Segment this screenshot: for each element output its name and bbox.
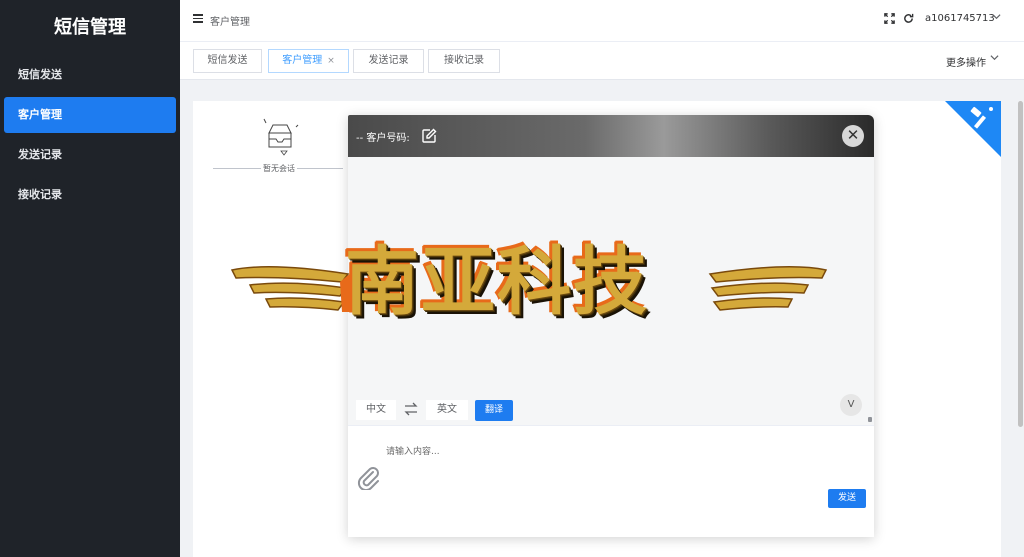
translate-button[interactable]: 翻译 <box>475 400 513 421</box>
menu-toggle-icon[interactable] <box>193 14 203 24</box>
fullscreen-icon[interactable] <box>884 13 895 27</box>
chevron-down-icon[interactable] <box>990 53 999 65</box>
company-logo-watermark: 南亚科技 <box>230 240 830 335</box>
empty-inbox-icon <box>263 118 299 156</box>
close-button[interactable]: ✕ <box>842 125 864 147</box>
tab-label: 接收记录 <box>444 55 484 66</box>
attachment-icon[interactable] <box>356 464 380 490</box>
tab-label: 短信发送 <box>207 55 248 66</box>
sidebar-item-receive-records[interactable]: 接收记录 <box>4 177 176 213</box>
tab-customers[interactable]: 客户管理 × <box>268 49 349 73</box>
tab-sms-send[interactable]: 短信发送 <box>193 49 262 73</box>
sidebar-item-send-records[interactable]: 发送记录 <box>4 137 176 173</box>
message-input[interactable] <box>386 444 786 484</box>
top-header: 客户管理 a1061745713 <box>180 0 1024 42</box>
empty-state-text: 暂无会话 <box>261 163 297 174</box>
tab-send-records[interactable]: 发送记录 <box>353 49 424 73</box>
corner-badge-icon[interactable] <box>945 101 1001 157</box>
message-composer: 发送 <box>348 425 874 537</box>
send-button[interactable]: 发送 <box>828 489 866 508</box>
logo-wing-right-icon <box>708 266 828 311</box>
more-operations-dropdown[interactable]: 更多操作 <box>946 54 986 69</box>
refresh-icon[interactable] <box>903 13 914 27</box>
page-scrollbar[interactable] <box>1018 101 1023 427</box>
v-badge-button[interactable]: V <box>840 394 862 416</box>
app-brand: 短信管理 <box>54 17 126 38</box>
empty-state: 暂无会话 <box>213 113 343 174</box>
translation-bar: 中文 英文 翻译 <box>348 395 874 425</box>
resize-handle[interactable] <box>868 417 872 422</box>
sidebar: 短信管理 短信发送 客户管理 发送记录 接收记录 <box>0 0 180 557</box>
user-dropdown[interactable]: a1061745713 <box>925 13 995 24</box>
target-language-select[interactable]: 英文 <box>426 400 468 420</box>
sidebar-nav: 短信发送 客户管理 发送记录 接收记录 <box>0 57 180 213</box>
tab-label: 客户管理 <box>282 55 323 66</box>
sidebar-item-customers[interactable]: 客户管理 <box>4 97 176 133</box>
tab-receive-records[interactable]: 接收记录 <box>428 49 500 73</box>
tab-close-icon[interactable]: × <box>327 56 335 66</box>
chevron-down-icon[interactable] <box>992 12 1001 24</box>
swap-language-icon[interactable] <box>403 401 419 417</box>
edit-icon[interactable] <box>421 128 437 144</box>
dialog-header: -- 客户号码: ✕ <box>348 115 874 157</box>
breadcrumb: 客户管理 <box>210 17 250 28</box>
sidebar-item-sms-send[interactable]: 短信发送 <box>4 57 176 93</box>
tabs-bar: 短信发送 客户管理 × 发送记录 接收记录 更多操作 <box>180 42 1024 80</box>
logo-text: 南亚科技 <box>345 239 649 325</box>
source-language-select[interactable]: 中文 <box>356 400 396 420</box>
logo-wing-left-icon <box>230 266 350 312</box>
dialog-title: -- 客户号码: <box>356 133 410 144</box>
tab-label: 发送记录 <box>368 55 409 66</box>
